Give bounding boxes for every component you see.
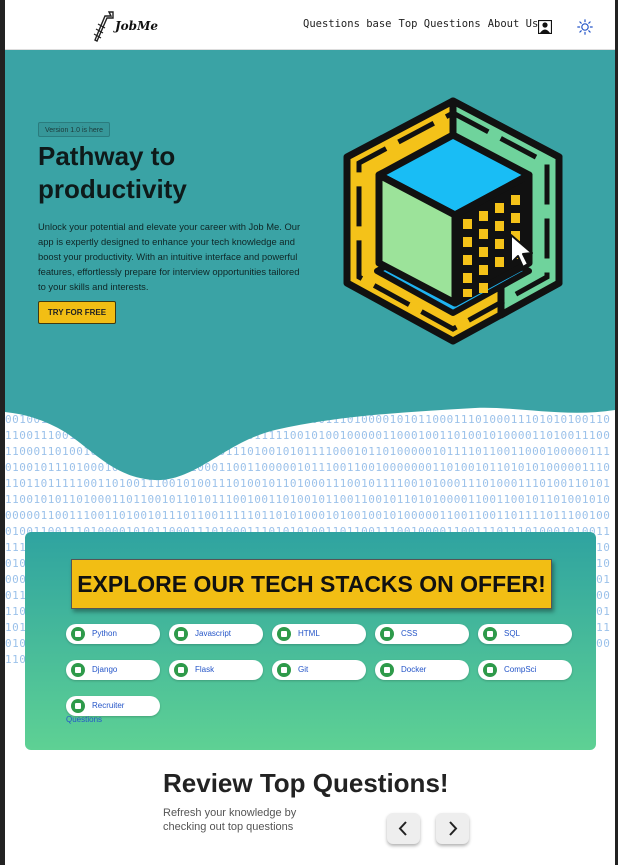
- stack-pill-flask[interactable]: Flask: [169, 660, 263, 680]
- logo[interactable]: JobMe: [91, 10, 158, 42]
- stack-pill-recruiter[interactable]: Recruiter: [66, 696, 160, 716]
- hero-title: Pathway to productivity: [38, 141, 187, 204]
- stack-pill-label: SQL: [504, 629, 521, 638]
- header: JobMe Questions base Top Questions About…: [5, 0, 615, 50]
- docker-icon: [380, 663, 394, 677]
- tech-stacks-title: EXPLORE OUR TECH STACKS ON OFFER!: [71, 559, 552, 609]
- stack-pill-label: Python: [92, 629, 117, 638]
- stack-pill-html[interactable]: HTML: [272, 624, 366, 644]
- logo-icon: [93, 11, 114, 42]
- sun-icon[interactable]: [577, 19, 593, 35]
- stack-pill-javascript[interactable]: Javascript: [169, 624, 263, 644]
- cube-illustration: [343, 97, 563, 345]
- stack-pill-label: Docker: [401, 665, 427, 674]
- recruiter-icon: [71, 699, 85, 713]
- review-description: Refresh your knowledge by checking out t…: [163, 807, 297, 833]
- python-icon: [71, 627, 85, 641]
- git-icon: [277, 663, 291, 677]
- stack-pill-git[interactable]: Git: [272, 660, 366, 680]
- html-icon: [277, 627, 291, 641]
- compsci-icon: [483, 663, 497, 677]
- stack-pill-css[interactable]: CSS: [375, 624, 469, 644]
- nav-questions-base[interactable]: Questions base: [303, 18, 392, 30]
- hero-wave: [5, 396, 615, 481]
- stack-pill-label: Django: [92, 665, 118, 674]
- carousel-prev-button[interactable]: [387, 813, 420, 844]
- recruiter-extra-label: Questions: [66, 715, 103, 724]
- chevron-left-icon: [398, 821, 407, 836]
- stack-pill-python[interactable]: Python: [66, 624, 160, 644]
- logo-text: JobMe: [115, 19, 158, 33]
- user-icon[interactable]: [538, 20, 552, 34]
- javascript-icon: [174, 627, 188, 641]
- stack-pill-label: CSS: [401, 629, 418, 638]
- stack-pill-label: Recruiter: [92, 701, 125, 710]
- stack-pill-sql[interactable]: SQL: [478, 624, 572, 644]
- css-icon: [380, 627, 394, 641]
- chevron-right-icon: [449, 821, 458, 836]
- stack-pill-label: Flask: [195, 665, 215, 674]
- hero-section: Version 1.0 is here Pathway to productiv…: [5, 50, 615, 396]
- nav-top-questions[interactable]: Top Questions: [399, 18, 481, 30]
- stack-pill-django[interactable]: Django: [66, 660, 160, 680]
- stack-pill-compsci[interactable]: CompSci: [478, 660, 572, 680]
- stack-pill-label: Javascript: [195, 629, 232, 638]
- try-for-free-button[interactable]: TRY FOR FREE: [38, 301, 116, 324]
- carousel-next-button[interactable]: [436, 813, 469, 844]
- stack-pill-label: HTML: [298, 629, 320, 638]
- stack-pill-docker[interactable]: Docker: [375, 660, 469, 680]
- version-badge: Version 1.0 is here: [38, 122, 110, 137]
- hero-description: Unlock your potential and elevate your c…: [38, 221, 301, 292]
- tech-stacks-section: EXPLORE OUR TECH STACKS ON OFFER! Python…: [25, 532, 596, 750]
- sql-icon: [483, 627, 497, 641]
- nav-about-us[interactable]: About Us: [488, 18, 539, 30]
- stack-pill-label: Git: [298, 665, 309, 674]
- review-title: Review Top Questions!: [163, 768, 449, 798]
- django-icon: [71, 663, 85, 677]
- stack-pill-label: CompSci: [504, 665, 537, 674]
- main-nav: Questions base Top Questions About Us: [303, 18, 538, 30]
- flask-icon: [174, 663, 188, 677]
